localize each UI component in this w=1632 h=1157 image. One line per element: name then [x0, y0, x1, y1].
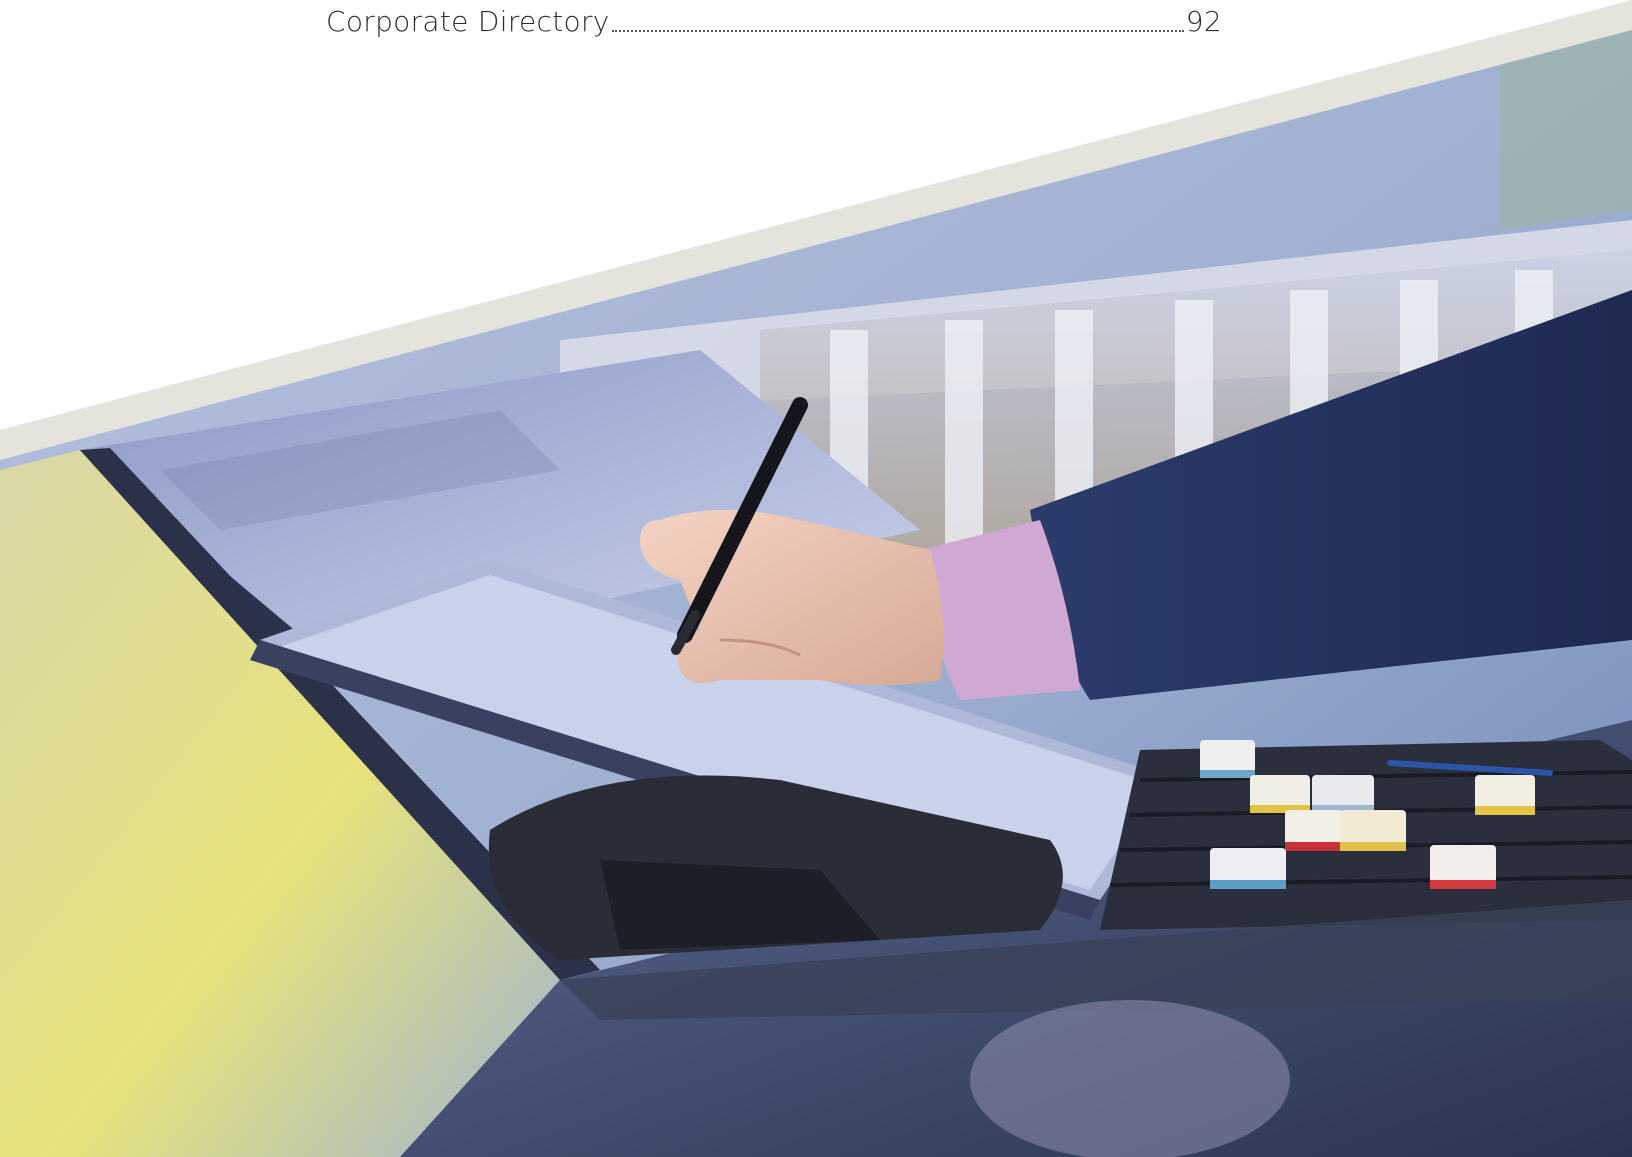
control-desk-photo	[0, 0, 1632, 1157]
flight-strip-board	[1100, 740, 1632, 930]
